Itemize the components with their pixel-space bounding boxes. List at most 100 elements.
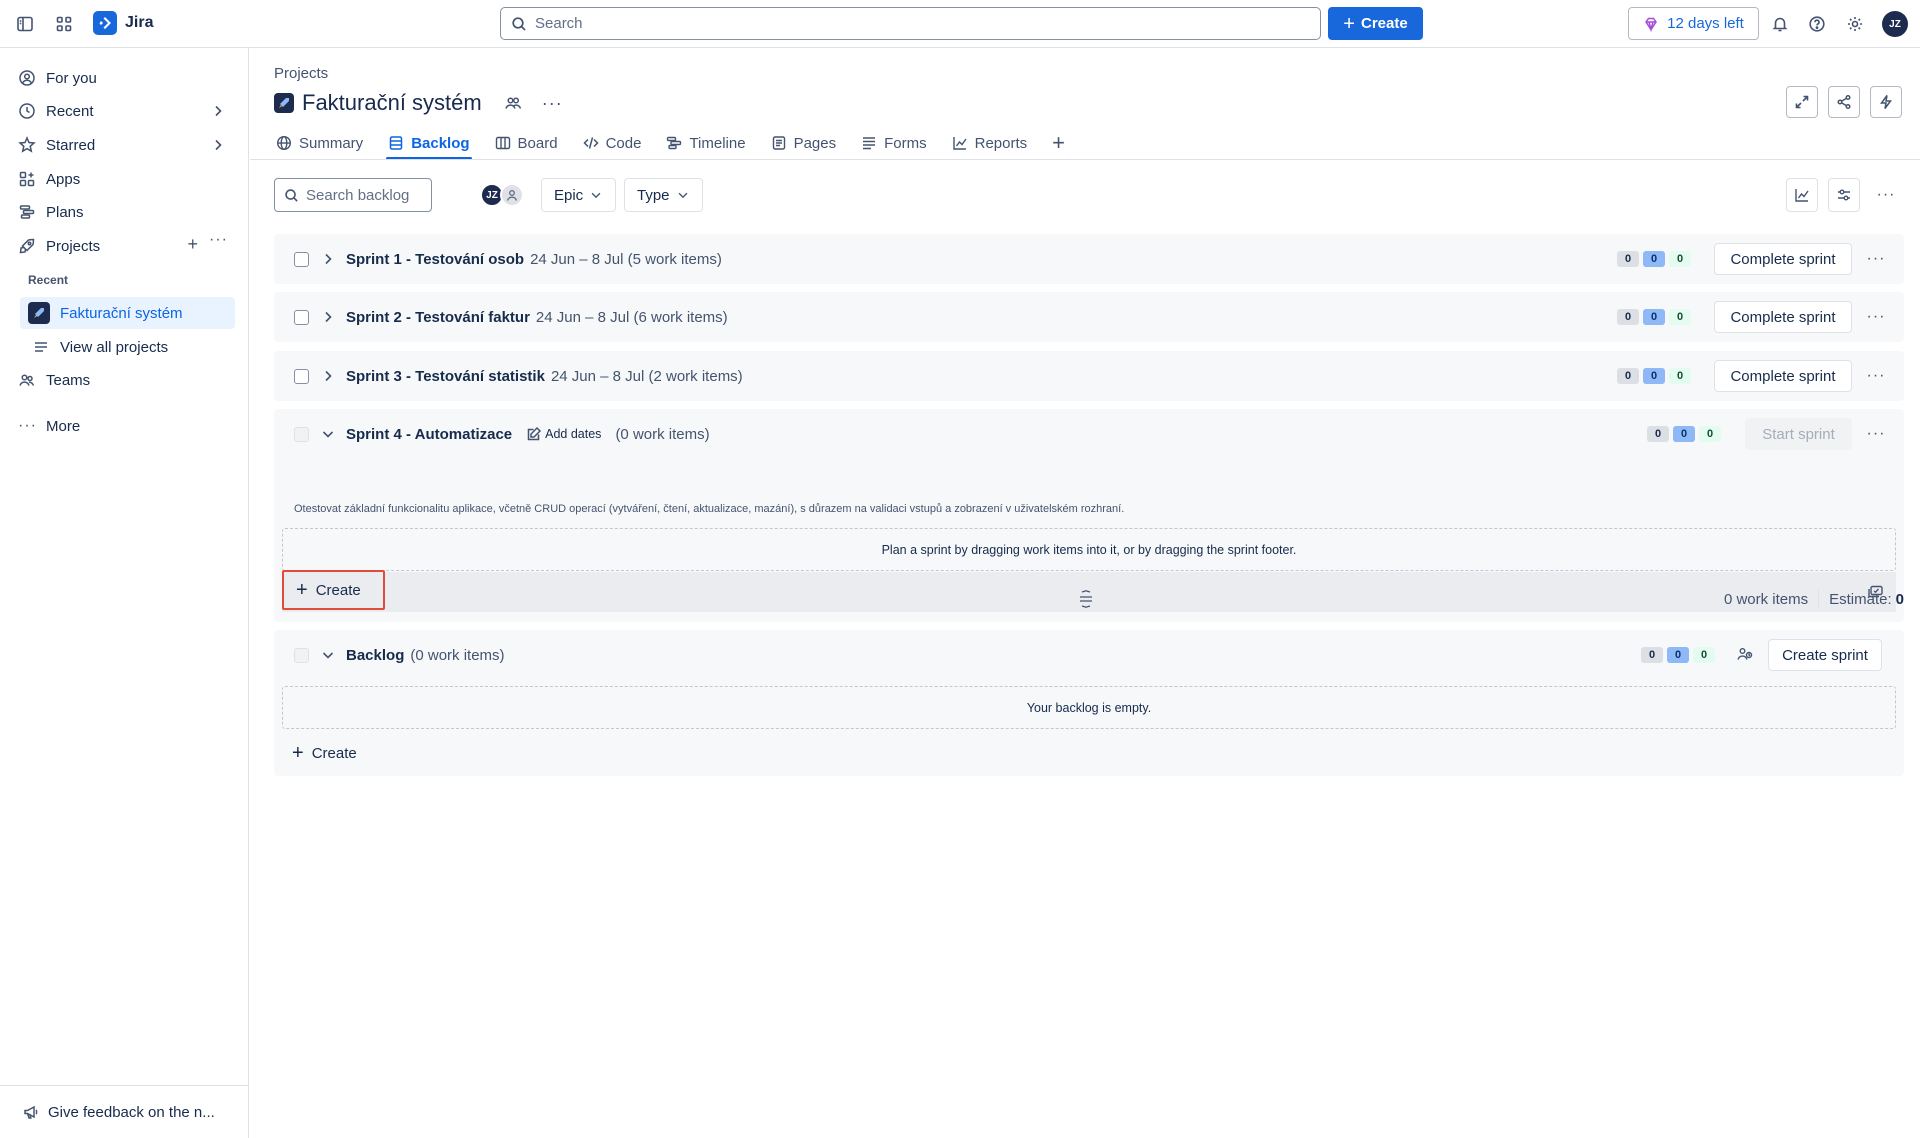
edit-pencil-icon	[526, 426, 542, 442]
sprint-more-icon[interactable]: ···	[1864, 247, 1888, 271]
unassigned-avatar-icon[interactable]	[500, 183, 524, 207]
insights-chart-icon[interactable]	[1786, 178, 1818, 212]
team-people-icon[interactable]	[504, 94, 522, 112]
sidebar-item-label: More	[46, 417, 81, 435]
sprint-item-count: (0 work items)	[615, 425, 710, 443]
start-sprint-button[interactable]: Start sprint	[1745, 418, 1852, 450]
status-counts: 0 0 0	[1647, 426, 1721, 442]
sprint-more-icon[interactable]: ···	[1864, 422, 1888, 446]
rocket-icon	[18, 237, 36, 255]
complete-sprint-button[interactable]: Complete sprint	[1714, 243, 1852, 275]
todo-count-badge: 0	[1617, 368, 1639, 384]
tab-pages[interactable]: Pages	[769, 128, 839, 158]
in-progress-count-badge: 0	[1643, 368, 1665, 384]
backlog-more-icon[interactable]: ···	[1870, 178, 1902, 212]
plus-icon: +	[1343, 12, 1355, 35]
sprint-more-icon[interactable]: ···	[1864, 364, 1888, 388]
settings-gear-icon[interactable]	[1841, 10, 1869, 38]
backlog-checkbox[interactable]	[294, 647, 309, 663]
automation-lightning-icon[interactable]	[1870, 86, 1902, 118]
diamond-icon	[1643, 16, 1659, 32]
apps-icon	[18, 170, 36, 188]
sprint-checkbox[interactable]	[294, 309, 309, 325]
tab-summary[interactable]: Summary	[274, 128, 365, 158]
sidebar-item-more[interactable]: ··· More	[12, 410, 236, 442]
sidebar-recent-heading: Recent	[28, 273, 69, 287]
user-avatar[interactable]: JZ	[1882, 11, 1908, 37]
trial-days-left-button[interactable]: 12 days left	[1628, 7, 1759, 40]
tab-forms[interactable]: Forms	[859, 128, 929, 158]
sidebar-item-teams[interactable]: Teams	[12, 364, 236, 396]
view-settings-sliders-icon[interactable]	[1828, 178, 1860, 212]
project-rocket-icon	[274, 93, 294, 113]
projects-more-icon[interactable]: ···	[209, 232, 228, 248]
sidebar-item-recent[interactable]: Recent	[12, 95, 236, 127]
chevron-down-icon[interactable]	[320, 647, 336, 663]
help-icon[interactable]	[1803, 10, 1831, 38]
status-counts: 0 0 0	[1617, 309, 1691, 325]
chevron-right-icon[interactable]	[320, 309, 336, 325]
more-dots-icon: ···	[18, 417, 37, 434]
sidebar-item-label: Projects	[46, 237, 101, 255]
sidebar-item-apps[interactable]: Apps	[12, 163, 236, 195]
drag-handle-icon[interactable]	[1078, 590, 1094, 608]
search-icon	[284, 188, 299, 203]
sprint-more-icon[interactable]: ···	[1864, 305, 1888, 329]
tab-label: Pages	[793, 134, 837, 152]
tab-reports[interactable]: Reports	[950, 128, 1030, 158]
chevron-right-icon[interactable]	[320, 368, 336, 384]
search-placeholder: Search	[535, 15, 583, 32]
pages-icon	[771, 135, 787, 151]
estimate-value: 0	[1895, 590, 1904, 608]
sidebar-item-for-you[interactable]: For you	[12, 62, 236, 94]
backlog-automation-icon[interactable]	[1736, 645, 1754, 663]
sidebar-item-plans[interactable]: Plans	[12, 196, 236, 228]
project-more-icon[interactable]: ···	[542, 93, 563, 114]
sidebar-item-label: Recent	[46, 102, 94, 120]
tab-label: Forms	[884, 134, 927, 152]
app-switcher-icon[interactable]	[50, 10, 78, 38]
global-search-input[interactable]: Search	[500, 7, 1321, 40]
sprint-header[interactable]: Sprint 4 - Automatizace Add dates (0 wor…	[274, 409, 1904, 459]
fullscreen-expand-icon[interactable]	[1786, 86, 1818, 118]
sprint-checkbox[interactable]	[294, 368, 309, 384]
tab-timeline[interactable]: Timeline	[664, 128, 747, 158]
complete-sprint-button[interactable]: Complete sprint	[1714, 360, 1852, 392]
sprint-goal-description: Otestovat základní funkcionalitu aplikac…	[294, 503, 1125, 515]
sprint-title: Sprint 4 - Automatizace	[346, 425, 513, 443]
add-project-plus-icon[interactable]: +	[187, 235, 198, 253]
sidebar-item-active-project[interactable]: Fakturační systém	[20, 297, 235, 329]
sprint-header[interactable]: Sprint 3 - Testování statistik 24 Jun – 8…	[274, 351, 1904, 401]
epic-filter-dropdown[interactable]: Epic	[541, 178, 617, 212]
tab-board[interactable]: Board	[493, 128, 560, 158]
complete-sprint-button[interactable]: Complete sprint	[1714, 301, 1852, 333]
sprint-checkbox[interactable]	[294, 426, 309, 442]
chevron-down-icon[interactable]	[320, 426, 336, 442]
global-create-button[interactable]: + Create	[1328, 7, 1423, 40]
sidebar-item-view-all-projects[interactable]: View all projects	[26, 331, 236, 363]
jira-logo[interactable]: Jira	[93, 11, 153, 35]
type-filter-dropdown[interactable]: Type	[624, 178, 703, 212]
sidebar: For you Recent Starred Apps Plans Projec…	[0, 48, 249, 1138]
sidebar-toggle-icon[interactable]	[11, 10, 39, 38]
sprint-container: Sprint 1 - Testování osob 24 Jun – 8 Jul …	[274, 234, 1904, 284]
add-dates-button[interactable]: Add dates	[526, 426, 601, 442]
create-sprint-button[interactable]: Create sprint	[1768, 639, 1882, 671]
chevron-right-icon[interactable]	[320, 251, 336, 267]
tab-backlog[interactable]: Backlog	[386, 128, 472, 160]
search-backlog-input[interactable]: Search backlog	[274, 178, 432, 212]
sprint-header[interactable]: Sprint 2 - Testování faktur 24 Jun – 8 Ju…	[274, 292, 1904, 342]
sidebar-item-starred[interactable]: Starred	[12, 129, 236, 161]
sprint-checkbox[interactable]	[294, 251, 309, 267]
backlog-header[interactable]: Backlog (0 work items) 0 0 0 Create sprin…	[274, 630, 1904, 680]
give-feedback-button[interactable]: Give feedback on the n...	[0, 1085, 249, 1138]
tab-code[interactable]: Code	[581, 128, 644, 158]
backlog-create-button[interactable]: + Create	[280, 733, 383, 773]
notifications-bell-icon[interactable]	[1766, 10, 1794, 38]
sprint-header[interactable]: Sprint 1 - Testování osob 24 Jun – 8 Jul …	[274, 234, 1904, 284]
breadcrumb[interactable]: Projects	[274, 65, 328, 82]
share-icon[interactable]	[1828, 86, 1860, 118]
sprint-dates: 24 Jun – 8 Jul (5 work items)	[530, 250, 722, 268]
add-tab-plus-icon[interactable]: +	[1050, 128, 1067, 158]
sidebar-item-projects[interactable]: Projects + ···	[12, 230, 236, 262]
